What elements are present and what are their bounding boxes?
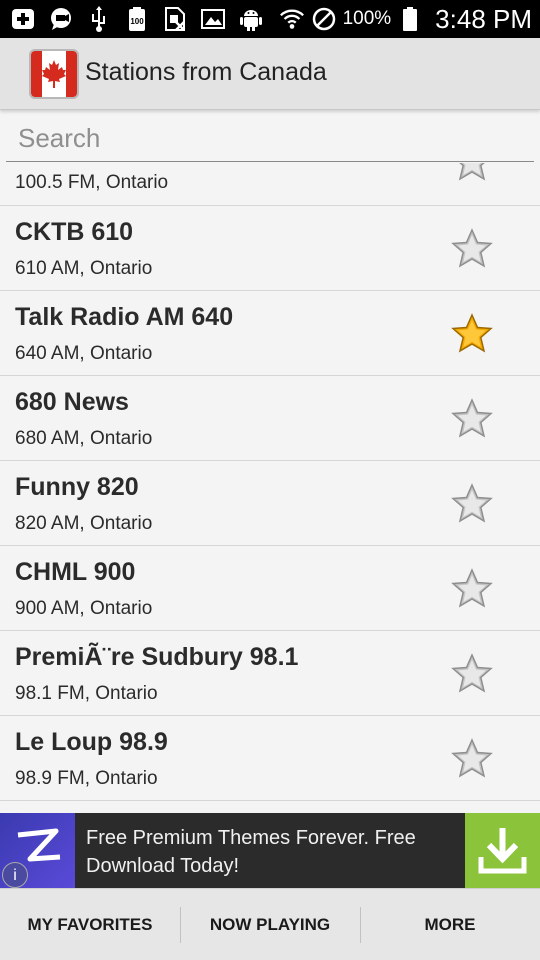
page-title: Stations from Canada [85, 58, 327, 86]
sim-blocked-icon [162, 6, 188, 32]
list-item[interactable]: CKTB 610 610 AM, Ontario [0, 206, 540, 291]
clock: 3:48 PM [435, 3, 532, 34]
star-filled-icon[interactable] [451, 313, 493, 355]
search-bar [6, 116, 534, 162]
wifi-icon [279, 6, 305, 32]
station-name: Talk Radio AM 640 [15, 303, 234, 331]
svg-text:100: 100 [130, 17, 144, 26]
battery-full-icon: 100 [124, 6, 150, 32]
bottom-nav: MY FAVORITES NOW PLAYING MORE [0, 888, 540, 960]
add-icon [10, 6, 36, 32]
star-outline-icon[interactable] [451, 568, 493, 610]
station-subtitle: 98.1 FM, Ontario [15, 683, 158, 704]
station-name: 680 News [15, 388, 129, 416]
list-item[interactable]: Le Loup 98.9 98.9 FM, Ontario [0, 716, 540, 801]
battery-icon [397, 6, 423, 32]
star-outline-icon[interactable] [451, 163, 493, 183]
list-item[interactable]: PremiÃ¨re Sudbury 98.1 98.1 FM, Ontario [0, 631, 540, 716]
station-name: Funny 820 [15, 473, 139, 501]
station-subtitle: 98.9 FM, Ontario [15, 768, 158, 789]
info-icon[interactable]: i [2, 862, 28, 888]
list-item[interactable]: Talk Radio AM 640 640 AM, Ontario [0, 291, 540, 376]
tab-my-favorites[interactable]: MY FAVORITES [0, 889, 180, 960]
star-outline-icon[interactable] [451, 738, 493, 780]
star-outline-icon[interactable] [451, 398, 493, 440]
list-item[interactable]: 100.5 FM, Ontario [0, 163, 540, 206]
system-status: 100% 3:48 PM [279, 3, 532, 35]
star-outline-icon[interactable] [451, 653, 493, 695]
tab-more[interactable]: MORE [360, 889, 540, 960]
search-input[interactable] [6, 116, 534, 160]
app-bar: Stations from Canada [0, 38, 540, 110]
station-name: CKTB 610 [15, 218, 134, 246]
do-not-disturb-icon [311, 6, 337, 32]
list-item[interactable]: Funny 820 820 AM, Ontario [0, 461, 540, 546]
star-outline-icon[interactable] [451, 228, 493, 270]
station-name: CHML 900 [15, 558, 136, 586]
status-bar: 100 100% 3:48 PM [0, 0, 540, 38]
station-subtitle: 100.5 FM, Ontario [15, 172, 169, 193]
station-subtitle: 640 AM, Ontario [15, 343, 153, 364]
notification-icons: 100 [10, 6, 264, 32]
station-name: Le Loup 98.9 [15, 728, 168, 756]
station-subtitle: 900 AM, Ontario [15, 598, 153, 619]
canada-flag-icon [29, 49, 79, 99]
list-item[interactable]: 680 News 680 AM, Ontario [0, 376, 540, 461]
station-subtitle: 820 AM, Ontario [15, 513, 153, 534]
station-name: PremiÃ¨re Sudbury 98.1 [15, 643, 299, 671]
download-icon[interactable] [465, 813, 540, 888]
chat-icon [48, 6, 74, 32]
android-icon [238, 6, 264, 32]
battery-percent: 100% [342, 8, 392, 29]
station-subtitle: 680 AM, Ontario [15, 428, 153, 449]
star-outline-icon[interactable] [451, 483, 493, 525]
usb-icon [86, 6, 112, 32]
list-item[interactable]: CHML 900 900 AM, Ontario [0, 546, 540, 631]
image-icon [200, 6, 226, 32]
station-list[interactable]: 100.5 FM, Ontario CKTB 610 610 AM, Ontar… [0, 163, 540, 813]
ad-banner[interactable]: i Free Premium Themes Forever. Free Down… [0, 813, 540, 888]
ad-text[interactable]: Free Premium Themes Forever. Free Downlo… [86, 824, 446, 880]
tab-now-playing[interactable]: NOW PLAYING [180, 889, 360, 960]
station-subtitle: 610 AM, Ontario [15, 258, 153, 279]
